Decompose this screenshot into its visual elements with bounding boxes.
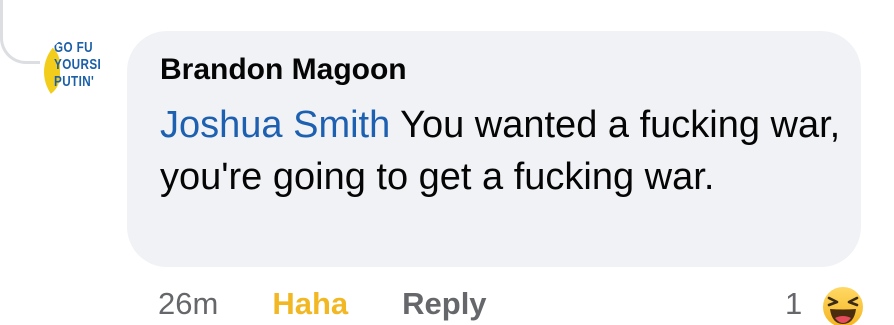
comment-timestamp[interactable]: 26m [158,286,218,322]
avatar-line-2: YOURSI [54,56,102,73]
haha-reaction-button[interactable]: Haha [272,286,348,322]
reaction-count[interactable]: 1 [785,283,802,325]
thread-connector-line [0,0,40,64]
comment-author-name[interactable]: Brandon Magoon [160,53,407,87]
avatar-line-1: GO FU [54,39,93,56]
comment-thread: GO FU YOURSI PUTIN' Brandon Magoon Joshu… [0,0,894,325]
comment-actions: 26m Haha Reply [158,283,487,325]
avatar-text: GO FU YOURSI PUTIN' [54,39,109,90]
haha-emoji-icon[interactable] [820,284,866,325]
mention-link[interactable]: Joshua Smith [160,104,390,146]
reply-button[interactable]: Reply [402,286,486,322]
comment-bubble: Brandon Magoon Joshua Smith You wanted a… [127,31,861,267]
avatar[interactable]: GO FU YOURSI PUTIN' [44,34,120,110]
comment-body: Joshua Smith You wanted a fucking war, y… [160,99,850,203]
avatar-line-3: PUTIN' [54,73,95,90]
